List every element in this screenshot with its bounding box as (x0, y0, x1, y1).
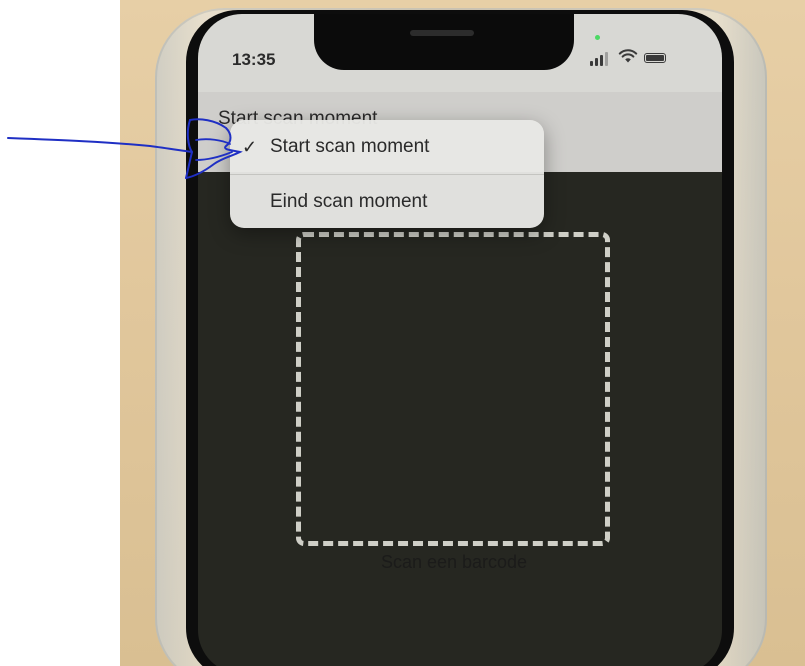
notch (314, 14, 574, 70)
menu-item-label: Eind scan moment (270, 190, 428, 212)
photo-stage: 13:35 Start scan moment Scan een barcode… (0, 0, 805, 666)
camera-in-use-indicator (595, 35, 600, 40)
earpiece-speaker (410, 30, 474, 36)
barcode-scan-frame (296, 232, 610, 546)
battery-icon (644, 53, 666, 63)
checkmark-icon: ✓ (242, 136, 258, 157)
menu-item-eind-scan-moment[interactable]: Eind scan moment (230, 174, 544, 228)
wifi-icon (618, 49, 638, 63)
menu-item-start-scan-moment[interactable]: ✓ Start scan moment (230, 120, 544, 174)
phone-screen: 13:35 Start scan moment Scan een barcode… (198, 14, 722, 666)
cellular-signal-icon (590, 52, 608, 66)
status-time: 13:35 (232, 50, 276, 69)
scan-hint-text: Scan een barcode (380, 552, 528, 572)
menu-item-label: Start scan moment (270, 136, 430, 157)
scan-moment-dropdown: ✓ Start scan moment Eind scan moment (230, 120, 544, 228)
status-bar: 13:35 (198, 14, 722, 92)
